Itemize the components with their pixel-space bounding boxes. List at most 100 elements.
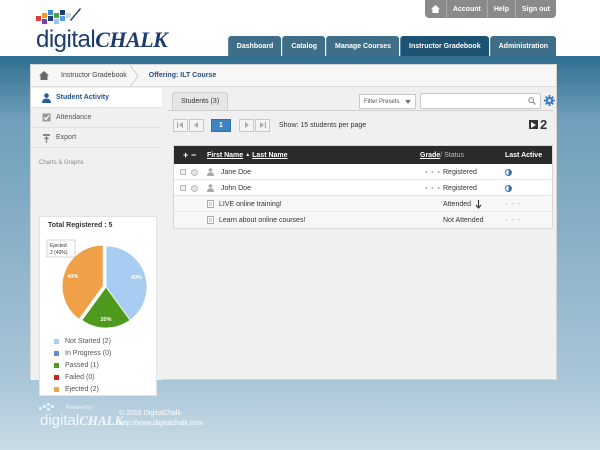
tab-students[interactable]: Students (3) [172,92,229,110]
prev-page-button[interactable] [189,118,204,132]
legend-label: Not Started (2) [65,337,111,345]
session-row[interactable]: Learn about online courses! Not Attended… [174,212,552,228]
nav-tab-instructor-gradebook[interactable]: Instructor Gradebook [400,36,489,56]
students-panel: Students (3) Filter Presets 1 Show: 15 s… [168,88,555,380]
session-row[interactable]: LIVE online training! Attended - - - [174,196,552,212]
home-button[interactable] [425,0,446,18]
collapse-all-button[interactable]: − [191,146,196,164]
page-count[interactable]: 2 [529,117,547,132]
pie-chart: 40% 20% 40% Ejected 2 (40%) [46,239,148,329]
footer-logo[interactable]: Powered by digitalCHALK [38,403,123,431]
sidebar-item-attendance[interactable]: Attendance [31,108,162,128]
sidebar: Student Activity Attendance Export Chart… [31,88,162,396]
home-icon [430,5,440,13]
nav-tab-dashboard[interactable]: Dashboard [227,36,282,56]
home-icon [39,71,49,80]
breadcrumb-gradebook[interactable]: Instructor Gradebook [57,64,139,87]
page-arrow-icon [529,120,538,129]
first-name-header[interactable]: First Name ▲ Last Name [207,146,288,164]
row-checkbox[interactable] [180,169,186,175]
legend-item-ejected[interactable]: Ejected (2) [54,383,111,395]
gear-icon[interactable] [544,95,555,106]
activity-clock-icon [505,184,512,192]
legend-item-in-progress[interactable]: In Progress (0) [54,347,111,359]
first-page-icon [177,122,183,128]
account-link[interactable]: Account [445,0,487,18]
utility-nav: Account Help Sign out [424,0,556,18]
nav-tab-manage-courses[interactable]: Manage Courses [326,36,400,56]
grade-header-label: Grade [420,151,441,159]
chart-legend: Not Started (2) In Progress (0) Passed (… [54,335,111,395]
help-link[interactable]: Help [486,0,515,18]
session-last-active: - - - [505,200,521,208]
person-icon [41,92,51,103]
footer-wordmark: digitalCHALK [40,412,124,429]
page-count-number: 2 [540,117,548,132]
tab-students-count: (3) [210,98,220,105]
expand-all-button[interactable]: + [183,146,188,164]
legend-item-failed[interactable]: Failed (0) [54,371,111,383]
per-page-text[interactable]: Show: 15 students per page [279,122,366,129]
student-grade: - - - [425,184,441,192]
arrow-down-icon [475,199,482,209]
legend-label: In Progress (0) [65,349,112,357]
student-name[interactable]: Jane Doe [221,164,251,180]
activity-clock-icon [505,168,512,176]
pagination: 1 Show: 15 students per page [173,118,366,132]
tab-students-label: Students [181,98,209,105]
footer-url[interactable]: http://www.digitalchalk.com [119,419,203,429]
nav-tab-administration[interactable]: Administration [489,36,556,56]
student-status: Registered [443,184,477,192]
first-page-button[interactable] [173,118,188,132]
sort-arrow-icon: ▲ [245,152,251,158]
last-active-header[interactable]: Last Active [505,146,542,164]
breadcrumb-home[interactable] [31,65,57,87]
table-header: + − First Name ▲ Last Name Grade / Statu… [174,146,552,164]
session-name[interactable]: LIVE online training! [219,196,282,212]
student-name[interactable]: John Doe [221,180,251,196]
grade-status-header[interactable]: Grade / Status [420,146,464,164]
next-page-icon [245,122,249,128]
footer-copyright: © 2016 DigitalChalk [119,410,181,417]
logo-squares-icon [36,8,81,24]
last-name-header-label[interactable]: Last Name [252,152,287,159]
next-page-button[interactable] [239,118,254,132]
search-input[interactable] [420,93,541,109]
current-page-number[interactable]: 1 [211,118,231,132]
main-nav: Dashboard Catalog Manage Courses Instruc… [227,36,556,56]
legend-swatch [54,338,59,344]
session-name[interactable]: Learn about online courses! [219,212,305,228]
legend-item-not-started[interactable]: Not Started (2) [54,335,111,347]
sidebar-item-export[interactable]: Export [31,128,162,148]
attendance-status[interactable]: Attended [443,196,482,212]
chart-title: Total Registered : 5 [48,222,113,229]
first-name-header-label: First Name [207,151,244,159]
attendance-status-label: Attended [443,200,472,208]
session-icon [207,200,214,208]
digitalchalk-logo[interactable]: digitalCHALK [34,6,174,56]
sidebar-item-label: Export [56,134,77,141]
row-checkbox[interactable] [180,185,186,191]
legend-swatch [54,362,59,368]
legend-swatch [54,350,59,356]
content-panel: Instructor Gradebook Offering: ILT Cours… [30,64,557,396]
filter-presets-dropdown[interactable]: Filter Presets [359,94,416,109]
pie-label-not-started: 40% [131,275,142,281]
last-page-button[interactable] [255,118,270,132]
legend-label: Ejected (2) [65,385,99,393]
row-status-dot [191,184,198,192]
logo-wordmark: digitalCHALK [36,26,168,53]
table-row[interactable]: Jane Doe - - - Registered [174,164,552,180]
export-icon [41,133,51,143]
legend-item-passed[interactable]: Passed (1) [54,359,111,371]
footer-text: © 2016 DigitalChalk http://www.digitalch… [119,409,203,429]
legend-label: Failed (0) [65,373,95,381]
legend-swatch [54,386,59,392]
prev-page-icon [194,122,198,128]
sign-out-link[interactable]: Sign out [515,0,556,18]
table-row[interactable]: John Doe - - - Registered [174,180,552,196]
checkbox-icon [41,113,51,123]
nav-tab-catalog[interactable]: Catalog [282,36,325,56]
attendance-status[interactable]: Not Attended [443,212,483,228]
sidebar-item-student-activity[interactable]: Student Activity [31,88,162,108]
